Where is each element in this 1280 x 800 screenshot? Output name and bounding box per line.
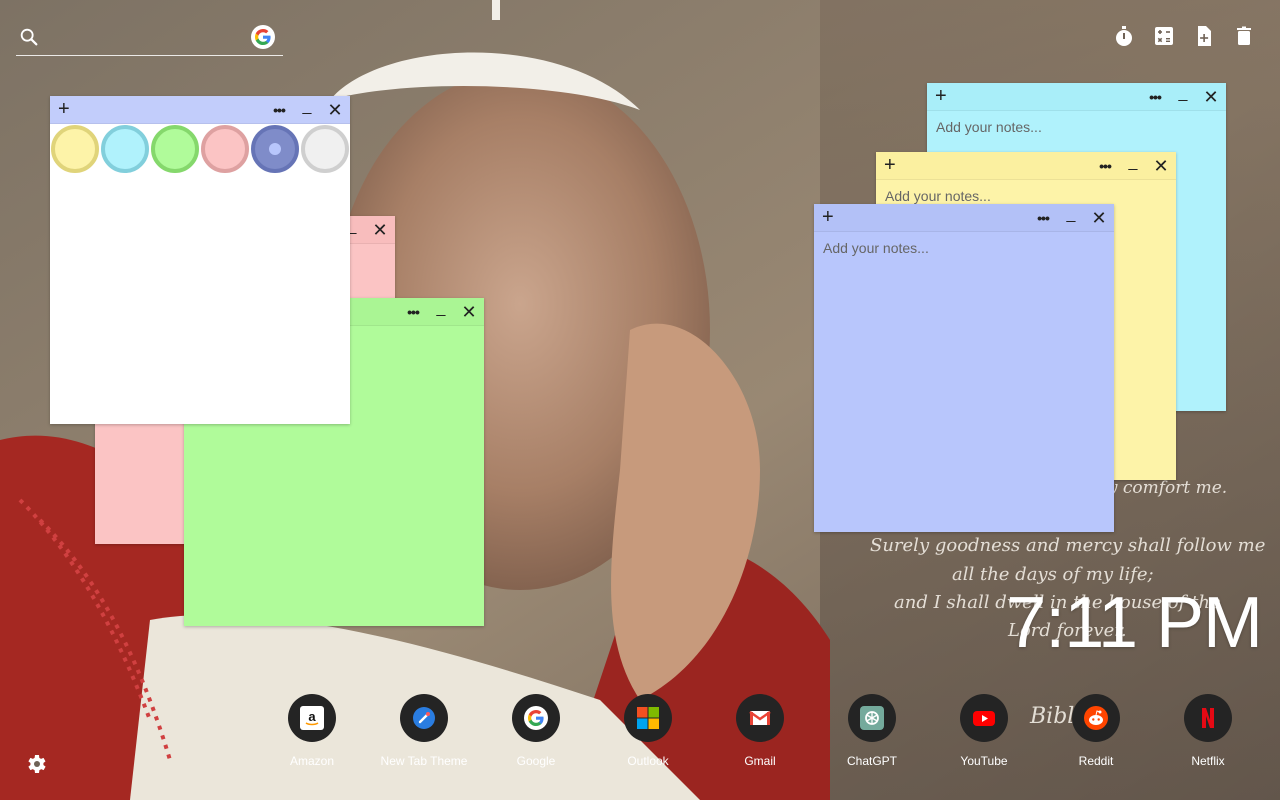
shortcut-outlook[interactable]: Outlook	[592, 694, 704, 774]
color-swatch-yellow[interactable]	[51, 125, 99, 173]
close-icon[interactable]: ✕	[326, 100, 344, 121]
svg-text:a: a	[308, 709, 316, 724]
chatgpt-icon	[860, 706, 884, 730]
sticky-note-white[interactable]: + ••• _ ✕	[50, 96, 350, 424]
sticky-note-blue[interactable]: + ••• _ ✕	[814, 204, 1114, 532]
more-options-icon[interactable]: •••	[404, 304, 422, 320]
calculator-icon[interactable]	[1152, 24, 1176, 48]
shortcut-new-tab-theme[interactable]: New Tab Theme	[368, 694, 480, 774]
timer-icon[interactable]	[1112, 24, 1136, 48]
shortcut-amazon[interactable]: a Amazon	[256, 694, 368, 774]
amazon-icon: a	[300, 706, 324, 730]
minimize-icon[interactable]: _	[1124, 154, 1142, 172]
color-swatch-blue-selected[interactable]	[251, 125, 299, 173]
add-note-icon[interactable]: +	[935, 85, 947, 108]
shortcut-label: YouTube	[960, 754, 1008, 768]
close-icon[interactable]: ✕	[1152, 156, 1170, 177]
close-icon[interactable]: ✕	[460, 302, 478, 323]
color-swatch-green[interactable]	[151, 125, 199, 173]
selected-indicator	[269, 143, 281, 155]
add-note-icon[interactable]: +	[884, 154, 896, 177]
more-options-icon[interactable]: •••	[1096, 158, 1114, 174]
shortcut-label: Google	[516, 754, 556, 768]
note-text-area[interactable]	[814, 232, 1114, 532]
shortcut-reddit[interactable]: Reddit	[1040, 694, 1152, 774]
netflix-icon	[1202, 708, 1214, 728]
shortcut-youtube[interactable]: YouTube	[928, 694, 1040, 774]
new-tab-theme-icon	[413, 707, 435, 729]
shortcut-label: Netflix	[1191, 754, 1225, 768]
close-icon[interactable]: ✕	[1090, 208, 1108, 229]
color-swatch-pink[interactable]	[201, 125, 249, 173]
shortcut-label: Gmail	[744, 754, 776, 768]
minimize-icon[interactable]: _	[1174, 85, 1192, 103]
search-icon[interactable]	[18, 26, 40, 48]
top-toolbar	[1112, 24, 1256, 48]
add-note-icon[interactable]: +	[58, 98, 70, 121]
color-swatch-cyan[interactable]	[101, 125, 149, 173]
clock-time: 7:11 PM	[1006, 583, 1263, 663]
shortcut-label: Amazon	[289, 754, 335, 768]
note-title-bar[interactable]: + ••• _ ✕	[50, 96, 350, 124]
minimize-icon[interactable]: _	[432, 300, 450, 318]
youtube-icon	[973, 711, 995, 726]
minimize-icon[interactable]: _	[298, 98, 316, 116]
shortcut-netflix[interactable]: Netflix	[1152, 694, 1264, 774]
shortcut-label: Outlook	[627, 754, 669, 768]
more-options-icon[interactable]: •••	[1146, 89, 1164, 105]
close-icon[interactable]: ✕	[1202, 87, 1220, 108]
outlook-icon	[637, 707, 659, 729]
color-palette	[50, 124, 350, 173]
shortcut-google[interactable]: Google	[480, 694, 592, 774]
trash-icon[interactable]	[1232, 24, 1256, 48]
shortcut-label: Reddit	[1078, 754, 1114, 768]
add-note-icon[interactable]: +	[822, 206, 834, 229]
shortcut-label: ChatGPT	[846, 754, 897, 768]
google-icon	[524, 706, 548, 730]
more-options-icon[interactable]: •••	[1034, 210, 1052, 226]
color-swatch-white[interactable]	[301, 125, 349, 173]
add-note-icon[interactable]	[1192, 24, 1216, 48]
reddit-icon	[1084, 706, 1108, 730]
shortcut-gmail[interactable]: Gmail	[704, 694, 816, 774]
note-title-bar[interactable]: + ••• _ ✕	[814, 204, 1114, 232]
google-icon[interactable]	[251, 25, 275, 49]
more-options-icon[interactable]: •••	[270, 102, 288, 118]
minimize-icon[interactable]: _	[1062, 206, 1080, 224]
note-title-bar[interactable]: + ••• _ ✕	[876, 152, 1176, 180]
verse-line: Surely goodness and mercy shall follow m…	[870, 535, 1266, 556]
gear-icon[interactable]	[24, 752, 48, 776]
note-title-bar[interactable]: + ••• _ ✕	[927, 83, 1226, 111]
search-input[interactable]	[48, 26, 248, 50]
close-icon[interactable]: ✕	[371, 220, 389, 241]
shortcut-chatgpt[interactable]: ChatGPT	[816, 694, 928, 774]
gmail-icon	[749, 711, 771, 725]
shortcut-label: New Tab Theme	[380, 754, 468, 768]
search-bar[interactable]	[16, 22, 283, 56]
